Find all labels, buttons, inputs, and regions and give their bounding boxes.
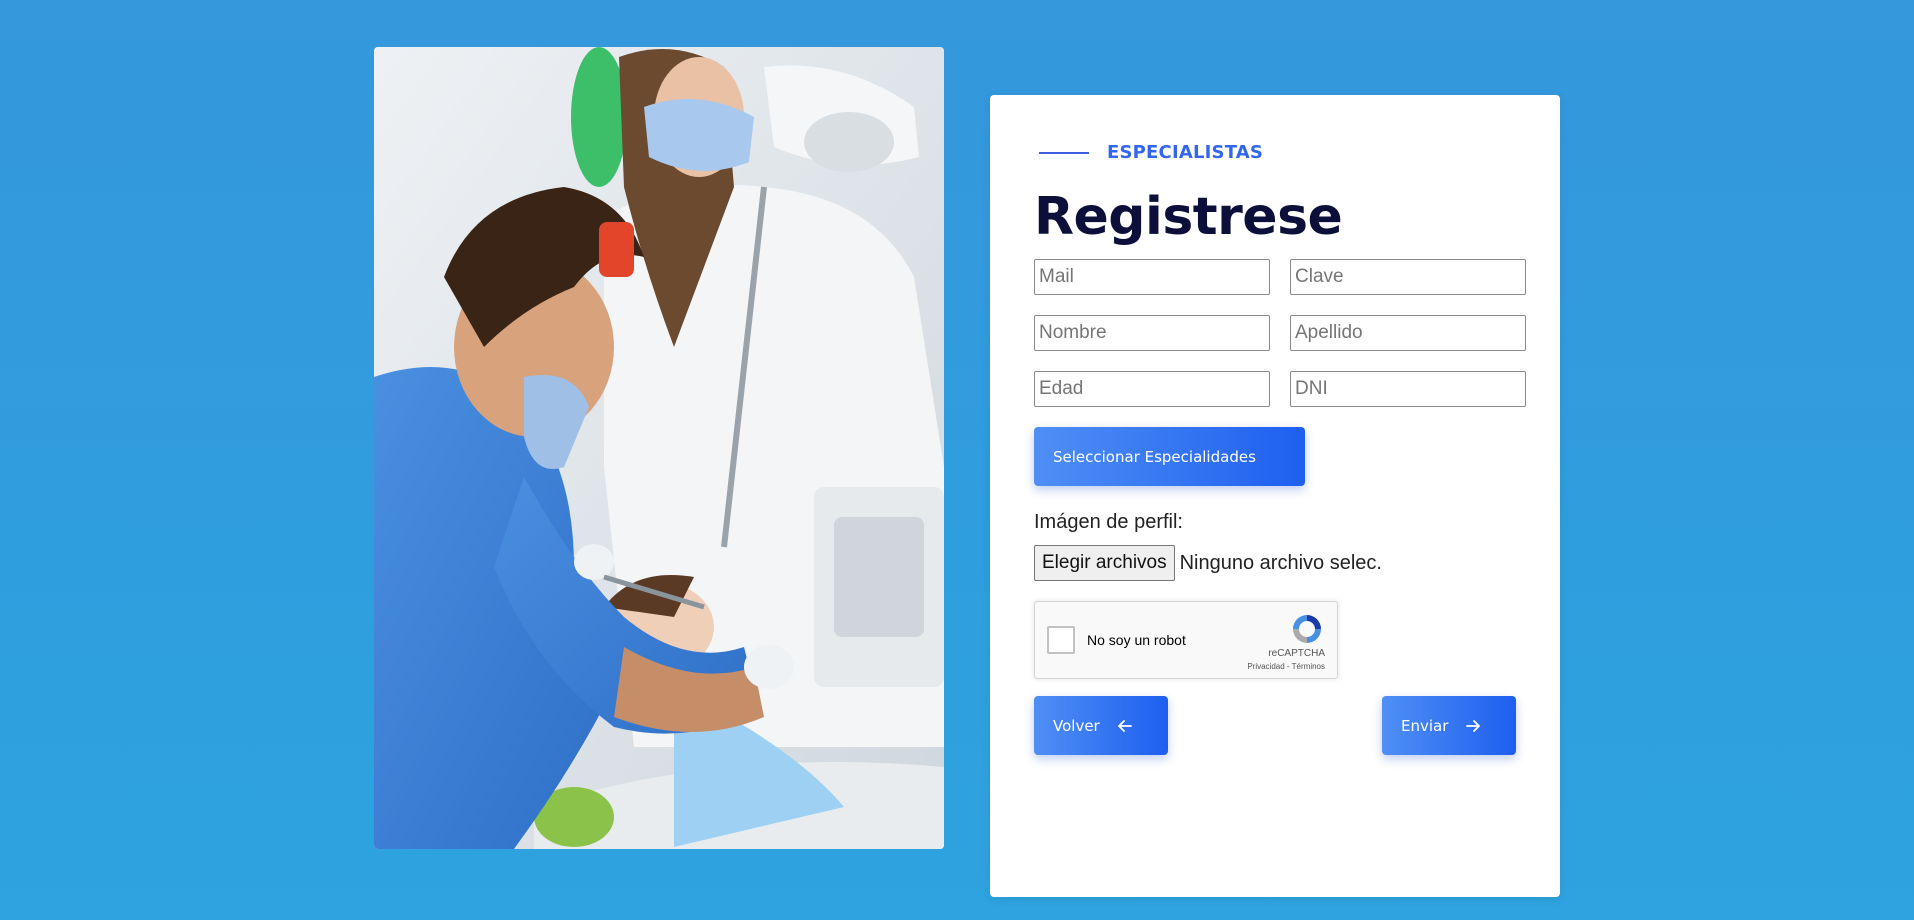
registration-form-card: ESPECIALISTAS Registrese Seleccionar Esp… <box>990 95 1560 897</box>
apellido-field[interactable] <box>1290 315 1526 351</box>
recaptcha-checkbox[interactable] <box>1047 626 1075 654</box>
select-specialties-label: Seleccionar Especialidades <box>1053 447 1256 466</box>
recaptcha-widget: No soy un robot reCAPTCHA Privacidad - T… <box>1034 601 1338 679</box>
file-input: Elegir archivos Ninguno archivo selec. <box>1034 545 1382 581</box>
edad-field[interactable] <box>1034 371 1270 407</box>
mail-field[interactable] <box>1034 259 1270 295</box>
choose-file-button[interactable]: Elegir archivos <box>1034 545 1175 581</box>
recaptcha-label: No soy un robot <box>1087 632 1186 648</box>
submit-button[interactable]: Enviar <box>1382 696 1516 755</box>
recaptcha-links: Privacidad - Términos <box>1247 662 1325 671</box>
dentist-photo-illustration <box>374 47 944 849</box>
profile-image-label: Imágen de perfil: <box>1034 511 1183 533</box>
back-button[interactable]: Volver <box>1034 696 1168 755</box>
file-status-text: Ninguno archivo selec. <box>1179 551 1382 574</box>
recaptcha-separator: - <box>1284 662 1292 671</box>
arrow-right-icon <box>1466 719 1481 732</box>
back-button-label: Volver <box>1053 716 1100 735</box>
section-eyebrow: ESPECIALISTAS <box>1039 142 1263 163</box>
clave-field[interactable] <box>1290 259 1526 295</box>
select-specialties-button[interactable]: Seleccionar Especialidades <box>1034 427 1305 486</box>
recaptcha-logo-icon <box>1293 615 1321 643</box>
recaptcha-privacy-link[interactable]: Privacidad <box>1247 662 1284 671</box>
eyebrow-text: ESPECIALISTAS <box>1107 142 1264 163</box>
page-title: Registrese <box>1034 187 1343 247</box>
submit-button-label: Enviar <box>1401 716 1449 735</box>
eyebrow-line <box>1039 151 1089 154</box>
recaptcha-brand: reCAPTCHA <box>1268 648 1325 659</box>
nombre-field[interactable] <box>1034 315 1270 351</box>
recaptcha-terms-link[interactable]: Términos <box>1292 662 1325 671</box>
arrow-left-icon <box>1117 719 1132 732</box>
dni-field[interactable] <box>1290 371 1526 407</box>
hero-image <box>374 47 944 849</box>
